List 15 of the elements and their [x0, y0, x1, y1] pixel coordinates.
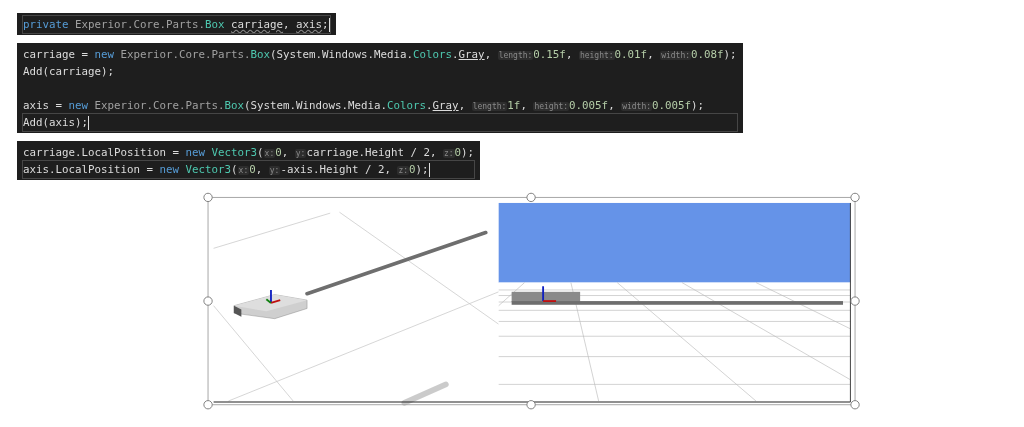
code-line: private Experior.Core.Parts.Box carriage, axis; [23, 16, 330, 33]
resize-handle[interactable] [203, 296, 213, 306]
resize-handle[interactable] [850, 192, 860, 203]
code-line: Add(axis); [23, 114, 737, 131]
resize-handle[interactable] [850, 296, 860, 306]
resize-handle[interactable] [526, 192, 536, 203]
code-line: axis = new Experior.Core.Parts.Box(System.Windows.Media.Colors.Gray, length:1f, height:0.005f, width:0.005f); [23, 98, 706, 114]
resize-handle[interactable] [850, 400, 860, 410]
code-line: axis.LocalPosition = new Vector3(x:0, y:-axis.Height / 2, z:0); [23, 161, 475, 178]
code-line: Add(carriage); [23, 64, 115, 80]
resize-handle[interactable] [203, 400, 213, 410]
resize-handle[interactable] [203, 192, 213, 203]
resize-handle[interactable] [526, 400, 536, 410]
code-line: carriage.LocalPosition = new Vector3(x:0, y:carriage.Height / 2, z:0); [23, 145, 475, 161]
code-line: carriage = new Experior.Core.Parts.Box(System.Windows.Media.Colors.Gray, length:0.15f, height:0.01f, width:0.08f); [23, 47, 737, 63]
